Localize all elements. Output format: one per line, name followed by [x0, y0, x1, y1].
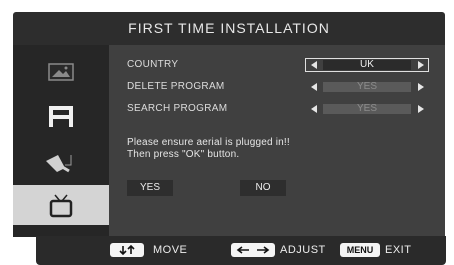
- left-right-key: [231, 243, 275, 257]
- up-down-key: [110, 243, 144, 257]
- menu-title: FIRST TIME INSTALLATION: [128, 20, 330, 36]
- sidebar-item-sound[interactable]: [13, 95, 109, 135]
- search-program-selector[interactable]: YES: [305, 102, 429, 116]
- picture-icon: [48, 63, 74, 81]
- title-bar: FIRST TIME INSTALLATION: [13, 12, 445, 45]
- country-label: COUNTRY: [127, 59, 179, 70]
- search-program-value: YES: [356, 103, 377, 114]
- move-hint: MOVE: [153, 244, 188, 256]
- left-arrow-icon[interactable]: [311, 83, 317, 91]
- right-arrow-icon[interactable]: [418, 61, 424, 69]
- country-selector[interactable]: UK: [305, 58, 429, 72]
- left-arrow-icon[interactable]: [311, 61, 317, 69]
- sidebar-item-picture[interactable]: [13, 51, 109, 91]
- country-value: UK: [360, 59, 374, 70]
- menu-key: MENU: [340, 243, 380, 257]
- setup-icon: [46, 155, 72, 173]
- adjust-hint: ADJUST: [280, 244, 326, 256]
- no-button[interactable]: NO: [240, 180, 286, 196]
- sidebar-item-tv[interactable]: [13, 185, 109, 225]
- exit-hint: EXIT: [385, 244, 412, 256]
- aerial-message-line1: Please ensure aerial is plugged in!!: [127, 137, 290, 148]
- footer-hint-bar: MOVE ADJUST MENU EXIT: [36, 236, 446, 265]
- delete-program-selector[interactable]: YES: [305, 80, 429, 94]
- search-program-label: SEARCH PROGRAM: [127, 103, 228, 114]
- aerial-message-line2: Then press "OK" button.: [127, 149, 240, 160]
- tv-icon: [49, 194, 73, 218]
- delete-program-value: YES: [356, 81, 377, 92]
- right-arrow-icon[interactable]: [418, 105, 424, 113]
- up-down-arrows-icon: [119, 244, 135, 256]
- left-right-arrows-icon: [236, 246, 270, 254]
- sidebar-item-setup[interactable]: [13, 141, 109, 181]
- delete-program-label: DELETE PROGRAM: [127, 81, 225, 92]
- right-arrow-icon[interactable]: [418, 83, 424, 91]
- sound-icon: [49, 106, 73, 127]
- menu-sidebar: [13, 45, 109, 237]
- yes-button[interactable]: YES: [127, 180, 173, 196]
- left-arrow-icon[interactable]: [311, 105, 317, 113]
- installation-content: COUNTRY UK DELETE PROGRAM YES SEARCH PRO…: [109, 45, 445, 237]
